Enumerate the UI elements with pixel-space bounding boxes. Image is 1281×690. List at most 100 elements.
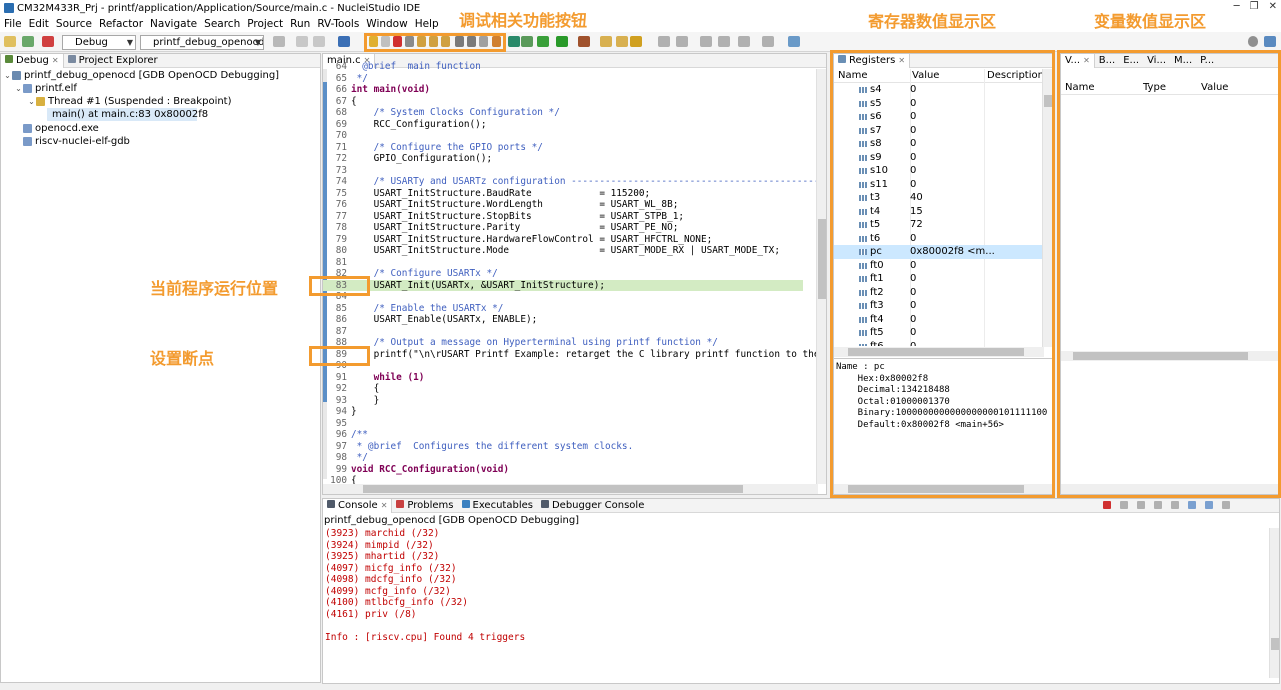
tree-item-gdb[interactable]: riscv-nuclei-elf-gdb: [23, 135, 130, 148]
remove-launch-icon[interactable]: [1120, 501, 1128, 509]
refresh-icon[interactable]: [521, 36, 533, 47]
code-line[interactable]: 92 {: [323, 383, 803, 395]
code-line[interactable]: 86 USART_Enable(USARTx, ENABLE);: [323, 314, 803, 326]
tree-item-elf[interactable]: ⌄ printf.elf: [14, 82, 77, 95]
code-line[interactable]: 91 while (1): [323, 372, 803, 384]
code-line[interactable]: 71 /* Configure the GPIO ports */: [323, 142, 803, 154]
scroll-lock-icon[interactable]: [1171, 501, 1179, 509]
next-annotation-icon[interactable]: [700, 36, 712, 47]
code-line[interactable]: 74 /* USARTy and USARTz configuration --…: [323, 176, 826, 188]
tree-item-stack-frame[interactable]: main() at main.c:83 0x80002f8: [47, 108, 208, 121]
open-folder-icon[interactable]: [616, 36, 628, 47]
code-line[interactable]: 89 printf("\n\rUSART Printf Example: ret…: [323, 349, 820, 361]
tab-console[interactable]: Console ✕: [323, 499, 393, 513]
menu-run[interactable]: Run: [290, 18, 310, 30]
code-area[interactable]: 64 @brief main function 65 */66 int main(v…: [323, 61, 826, 486]
code-line[interactable]: 95: [323, 418, 803, 430]
debug-launch-icon[interactable]: [22, 36, 34, 47]
pencil-icon[interactable]: [630, 36, 642, 47]
code-line[interactable]: 87: [323, 326, 803, 338]
tab-problems[interactable]: Problems: [392, 499, 457, 513]
code-line[interactable]: 80 USART_InitStructure.Mode = USART_MODE…: [323, 245, 803, 257]
forward-icon[interactable]: [762, 36, 774, 47]
code-line[interactable]: 93 }: [323, 395, 803, 407]
new-icon[interactable]: [273, 36, 285, 47]
code-line[interactable]: 65 */: [323, 73, 803, 85]
console-vscrollbar[interactable]: [1269, 528, 1279, 678]
perspective-icon[interactable]: [1264, 36, 1276, 47]
code-line[interactable]: 68 /* System Clocks Configuration */: [323, 107, 803, 119]
code-line[interactable]: 67 {: [323, 96, 803, 108]
search-icon[interactable]: [1248, 36, 1258, 47]
close-icon[interactable]: ✕: [52, 56, 59, 65]
tree-item-thread[interactable]: ⌄ Thread #1 (Suspended : Breakpoint): [27, 95, 231, 108]
editor-hscrollbar[interactable]: [323, 484, 818, 494]
code-line[interactable]: 64 @brief main function: [323, 61, 803, 73]
maximize-icon[interactable]: ❐: [1250, 1, 1259, 12]
terminal-icon[interactable]: [508, 36, 520, 47]
code-line[interactable]: 77 USART_InitStructure.StopBits = USART_…: [323, 211, 803, 223]
menu-edit[interactable]: Edit: [29, 18, 49, 30]
code-line[interactable]: 78 USART_InitStructure.Parity = USART_PE…: [323, 222, 803, 234]
code-line[interactable]: 76 USART_InitStructure.WordLength = USAR…: [323, 199, 803, 211]
menu-navigate[interactable]: Navigate: [150, 18, 197, 30]
prev-annotation-icon[interactable]: [718, 36, 730, 47]
console-output[interactable]: (3923) marchid (/32) (3924) mimpid (/32)(…: [323, 528, 1263, 678]
close-icon[interactable]: ✕: [381, 501, 388, 510]
display-console-icon[interactable]: [1205, 501, 1213, 509]
pin-icon[interactable]: [788, 36, 800, 47]
code-line[interactable]: 85 /* Enable the USARTx */: [323, 303, 803, 315]
menu-window[interactable]: Window: [366, 18, 407, 30]
minimize-icon[interactable]: ─: [1234, 1, 1240, 12]
terminate-launch-icon[interactable]: [42, 36, 54, 47]
menu-refactor[interactable]: Refactor: [99, 18, 143, 30]
close-icon[interactable]: ✕: [1269, 1, 1277, 12]
debug-icon[interactable]: [537, 36, 549, 47]
code-line[interactable]: 94}: [323, 406, 803, 418]
code-line[interactable]: 99 void RCC_Configuration(void): [323, 464, 803, 476]
menu-search[interactable]: Search: [204, 18, 240, 30]
code-line[interactable]: 90: [323, 360, 803, 372]
code-line[interactable]: 83 USART_Init(USARTx, &USART_InitStructu…: [323, 279, 803, 291]
menu-file[interactable]: File: [4, 18, 22, 30]
menu-rv-tools[interactable]: RV-Tools: [317, 18, 359, 30]
code-line[interactable]: 82 /* Configure USARTx */: [323, 268, 803, 280]
back-icon[interactable]: [738, 36, 750, 47]
open-console-icon[interactable]: [1222, 501, 1230, 509]
code-line[interactable]: 72 GPIO_Configuration();: [323, 153, 803, 165]
code-line[interactable]: 84: [323, 291, 803, 303]
external-tools-icon[interactable]: [578, 36, 590, 47]
toggle-mark-icon[interactable]: [658, 36, 670, 47]
terminate-icon[interactable]: [1103, 501, 1111, 509]
tab-debugger-console[interactable]: Debugger Console: [537, 499, 648, 513]
code-line[interactable]: 66 int main(void): [323, 84, 803, 96]
code-line[interactable]: 88 /* Output a message on Hyperterminal …: [323, 337, 803, 349]
code-line[interactable]: 70: [323, 130, 803, 142]
code-line[interactable]: 96 /**: [323, 429, 803, 441]
tab-project-explorer[interactable]: Project Explorer: [64, 54, 162, 68]
code-line[interactable]: 79 USART_InitStructure.HardwareFlowContr…: [323, 234, 803, 246]
tree-item-openocd[interactable]: openocd.exe: [23, 122, 99, 135]
menu-source[interactable]: Source: [56, 18, 92, 30]
menu-project[interactable]: Project: [247, 18, 283, 30]
annotation-icon[interactable]: [676, 36, 688, 47]
clear-console-icon[interactable]: [1154, 501, 1162, 509]
code-line[interactable]: 69 RCC_Configuration();: [323, 119, 803, 131]
run-icon[interactable]: [556, 36, 568, 47]
tree-item-launch[interactable]: ⌄ printf_debug_openocd [GDB OpenOCD Debug…: [3, 69, 279, 82]
new-project-icon[interactable]: [600, 36, 612, 47]
pin-console-icon[interactable]: [1188, 501, 1196, 509]
editor-vscrollbar[interactable]: [816, 69, 826, 484]
save-icon[interactable]: [296, 36, 308, 47]
tab-executables[interactable]: Executables: [458, 499, 537, 513]
build-icon[interactable]: [4, 36, 16, 47]
code-line[interactable]: 75 USART_InitStructure.BaudRate = 115200…: [323, 188, 803, 200]
build-config-select[interactable]: Debug ▼: [62, 35, 136, 50]
save-all-icon[interactable]: [313, 36, 325, 47]
tab-debug[interactable]: Debug ✕: [1, 53, 64, 68]
code-line[interactable]: 97 * @brief Configures the different sys…: [323, 441, 803, 453]
launch-config-select[interactable]: printf_debug_openocd ▼: [140, 35, 264, 50]
menu-help[interactable]: Help: [415, 18, 439, 30]
remove-all-icon[interactable]: [1137, 501, 1145, 509]
code-line[interactable]: 81: [323, 257, 803, 269]
